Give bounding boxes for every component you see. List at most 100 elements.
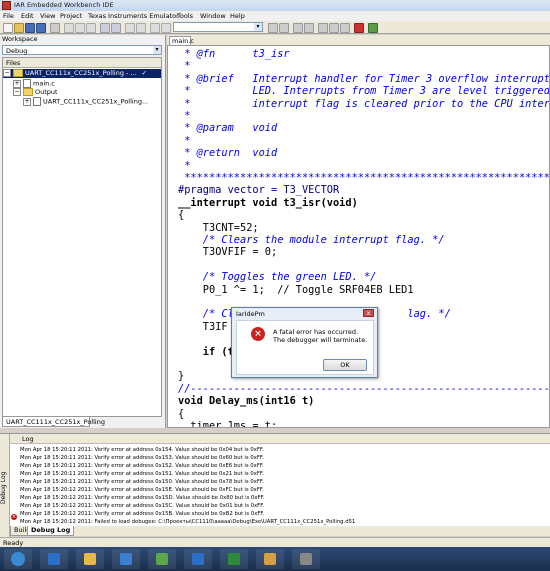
collapse-icon[interactable]: − xyxy=(13,88,21,96)
find-prev-icon[interactable] xyxy=(279,23,289,33)
cut-icon[interactable] xyxy=(64,23,74,33)
workspace-tab[interactable]: UART_CC111x_CC251x_Polling xyxy=(2,417,105,427)
find-next-icon[interactable] xyxy=(268,23,278,33)
paste-icon[interactable] xyxy=(86,23,96,33)
taskbar-item[interactable] xyxy=(220,549,248,569)
menu-project[interactable]: Project xyxy=(60,12,82,20)
ie-icon xyxy=(192,553,204,565)
log-entry[interactable]: Mon Apr 18 15:20:12 2011: Verify error a… xyxy=(20,494,264,502)
files-column-header[interactable]: Files xyxy=(3,58,161,68)
save-all-icon[interactable] xyxy=(36,23,46,33)
open-folder-icon[interactable] xyxy=(14,23,24,33)
undo-icon[interactable] xyxy=(100,23,110,33)
log-entry[interactable]: Mon Apr 18 15:20:11 2011: Verify error a… xyxy=(20,470,264,478)
copy-icon[interactable] xyxy=(75,23,85,33)
find-icon[interactable] xyxy=(125,23,135,33)
chevron-down-icon[interactable]: ▾ xyxy=(153,46,161,54)
code-line: } xyxy=(178,370,185,383)
code-line: { xyxy=(178,407,185,420)
search-combo[interactable]: ▾ xyxy=(173,22,263,32)
compile-icon[interactable] xyxy=(318,23,328,33)
log-entry[interactable]: Mon Apr 18 15:20:12 2011: Verify error a… xyxy=(20,486,264,494)
print-icon[interactable] xyxy=(50,23,60,33)
iar-icon xyxy=(300,553,312,565)
log-entry[interactable]: Mon Apr 18 15:20:12 2011: Failed to load… xyxy=(20,518,355,526)
error-icon: × xyxy=(251,327,265,341)
code-line: * xyxy=(178,134,191,147)
log-entry[interactable]: Mon Apr 18 15:20:12 2011: Verify error a… xyxy=(20,502,264,510)
taskbar-item[interactable] xyxy=(4,549,32,569)
tree-item-output-file[interactable]: + UART_CC111x_CC251x_Polling... xyxy=(23,97,148,106)
log-entry[interactable]: Mon Apr 18 15:20:11 2011: Verify error a… xyxy=(20,446,264,454)
redo-icon[interactable] xyxy=(111,23,121,33)
configuration-select[interactable]: Debug ▾ xyxy=(2,45,162,55)
code-line: * xyxy=(178,159,191,172)
taskbar-item[interactable] xyxy=(292,549,320,569)
log-entry[interactable]: Mon Apr 18 15:20:11 2011: Verify error a… xyxy=(20,454,264,462)
stop-build-icon[interactable] xyxy=(340,23,350,33)
turtle-icon xyxy=(156,553,168,565)
workspace-pane: Workspace Debug ▾ Files − UART_CC111x_CC2… xyxy=(0,35,166,428)
taskbar-item[interactable] xyxy=(256,549,284,569)
menu-ti-emulator[interactable]: Texas Instruments Emulator xyxy=(88,12,179,20)
tree-item-main-c[interactable]: + main.c xyxy=(13,79,55,88)
dialog-message-line-1: A fatal error has occurred. xyxy=(273,328,359,336)
breakpoint-icon[interactable] xyxy=(354,23,364,33)
code-line: __interrupt void t3_isr(void) xyxy=(178,196,358,209)
menu-window[interactable]: Window xyxy=(200,12,226,20)
log-side-strip: Debug Log xyxy=(0,434,10,537)
tree-item-label: UART_CC111x_CC251x_Polling... xyxy=(43,97,149,106)
log-column-header[interactable]: Log xyxy=(10,434,550,444)
excel-icon xyxy=(228,553,240,565)
error-icon: × xyxy=(11,514,17,520)
ie-icon xyxy=(48,553,60,565)
taskbar-item[interactable] xyxy=(148,549,176,569)
chevron-down-icon[interactable]: ▾ xyxy=(254,23,262,31)
bookmark-icon[interactable] xyxy=(161,23,171,33)
media-icon xyxy=(120,553,132,565)
check-icon: ✓ xyxy=(141,69,147,77)
taskbar-item[interactable] xyxy=(40,549,68,569)
menu-file[interactable]: File xyxy=(3,12,14,20)
workspace-tab-label: UART_CC111x_CC251x_Polling xyxy=(6,418,105,426)
code-line: * @fn t3_isr xyxy=(178,48,290,60)
tab-debug-log[interactable]: Debug Log xyxy=(27,526,75,536)
tab-main-c[interactable]: main.c xyxy=(169,36,194,45)
expand-icon[interactable]: + xyxy=(13,79,21,88)
menu-view[interactable]: View xyxy=(40,12,55,20)
menu-help[interactable]: Help xyxy=(230,12,245,20)
tree-item-output[interactable]: − Output xyxy=(13,88,58,97)
log-entry[interactable]: Mon Apr 18 15:20:12 2011: Verify error a… xyxy=(20,510,264,518)
files-header-label: Files xyxy=(6,59,21,67)
configuration-value: Debug xyxy=(6,47,28,55)
save-icon[interactable] xyxy=(25,23,35,33)
expand-icon[interactable]: + xyxy=(23,97,31,106)
replace-icon[interactable] xyxy=(136,23,146,33)
title-bar: IAR Embedded Workbench IDE xyxy=(0,0,550,11)
window-title: IAR Embedded Workbench IDE xyxy=(14,1,114,9)
menu-edit[interactable]: Edit xyxy=(21,12,34,20)
code-line: #pragma vector = T3_VECTOR xyxy=(178,184,340,197)
navigate-back-icon[interactable] xyxy=(293,23,303,33)
taskbar-item[interactable] xyxy=(76,549,104,569)
collapse-icon[interactable]: − xyxy=(3,69,11,77)
code-line: void Delay_ms(int16 t) xyxy=(178,395,315,408)
log-header-label: Log xyxy=(22,435,34,443)
taskbar-item[interactable] xyxy=(112,549,140,569)
ok-button[interactable]: OK xyxy=(323,359,367,371)
project-icon xyxy=(13,69,23,77)
tree-item-project[interactable]: − UART_CC111x_CC251x_Polling - ... ✓ xyxy=(3,69,161,78)
close-icon[interactable]: x xyxy=(363,309,374,317)
log-entry[interactable]: Mon Apr 18 15:20:11 2011: Verify error a… xyxy=(20,462,264,470)
navigate-forward-icon[interactable] xyxy=(304,23,314,33)
menu-tools[interactable]: Tools xyxy=(177,12,193,20)
log-entry[interactable]: Mon Apr 18 15:20:11 2011: Verify error a… xyxy=(20,478,264,486)
goto-icon[interactable] xyxy=(150,23,160,33)
code-line: timer_1ms = t; xyxy=(178,420,278,428)
new-file-icon[interactable] xyxy=(3,23,13,33)
taskbar-item[interactable] xyxy=(184,549,212,569)
make-icon[interactable] xyxy=(329,23,339,33)
app-icon xyxy=(2,1,11,10)
fatal-error-dialog: IarIdePm x × A fatal error has occurred.… xyxy=(231,307,378,378)
debug-icon[interactable] xyxy=(368,23,378,33)
